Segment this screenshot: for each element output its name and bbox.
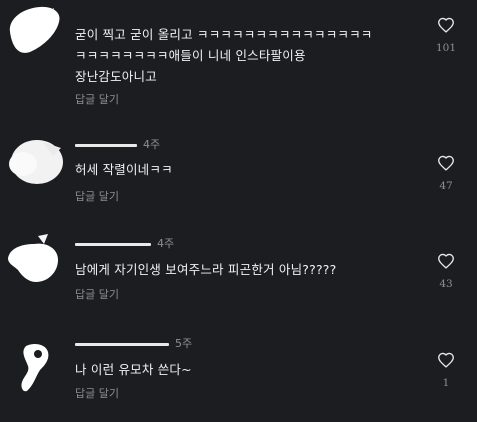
reply-button[interactable]: 답글 달기 bbox=[75, 288, 119, 302]
redacted-username bbox=[75, 342, 169, 346]
like-button[interactable]: 47 bbox=[426, 155, 466, 192]
avatar[interactable] bbox=[4, 230, 66, 286]
comment-meta: 4주 bbox=[75, 139, 160, 151]
heart-outline-icon bbox=[426, 253, 466, 269]
reply-button[interactable]: 답글 달기 bbox=[75, 93, 119, 107]
comment-line: ㅋㅋㅋㅋㅋㅋㅋㅋ애들이 니네 인스타팔이용 bbox=[75, 48, 306, 63]
comment-time: 4주 bbox=[157, 237, 175, 250]
comment-meta: 4주 bbox=[75, 238, 174, 250]
comment-text: 굳이 찍고 굳이 올리고 ㅋㅋㅋㅋㅋㅋㅋㅋㅋㅋㅋㅋㅋㅋㅋ ㅋㅋㅋㅋㅋㅋㅋㅋ애들이… bbox=[75, 24, 373, 87]
like-button[interactable]: 1 bbox=[426, 352, 466, 389]
redacted-username bbox=[75, 242, 151, 246]
comment-item: 4주 허세 작렬이네ㅋㅋ 답글 달기 47 bbox=[0, 122, 477, 222]
reply-button[interactable]: 답글 달기 bbox=[75, 387, 119, 401]
like-count: 47 bbox=[439, 180, 453, 192]
comment-item: 4주 남에게 자기인생 보여주느라 피곤한거 아님????? 답글 달기 43 bbox=[0, 222, 477, 322]
comment-line: 남에게 자기인생 보여주느라 피곤한거 아님????? bbox=[75, 262, 337, 277]
comment-meta: 5주 bbox=[75, 338, 192, 350]
heart-outline-icon bbox=[426, 155, 466, 171]
reply-button[interactable]: 답글 달기 bbox=[75, 190, 119, 204]
comment-line: 장난감도아니고 bbox=[75, 69, 157, 84]
comment-line: 굳이 찍고 굳이 올리고 ㅋㅋㅋㅋㅋㅋㅋㅋㅋㅋㅋㅋㅋㅋㅋ bbox=[75, 27, 373, 42]
comment-item: 5주 나 이런 유모차 쓴다~ 답글 달기 1 bbox=[0, 322, 477, 422]
avatar[interactable] bbox=[4, 2, 66, 60]
heart-outline-icon bbox=[426, 17, 466, 33]
avatar[interactable] bbox=[3, 134, 69, 186]
like-button[interactable]: 101 bbox=[426, 17, 466, 54]
like-count: 43 bbox=[439, 278, 453, 290]
avatar[interactable] bbox=[16, 340, 56, 394]
like-count: 101 bbox=[435, 42, 457, 54]
like-button[interactable]: 43 bbox=[426, 253, 466, 290]
comment-text: 허세 작렬이네ㅋㅋ bbox=[75, 159, 173, 180]
comment-line: 허세 작렬이네ㅋㅋ bbox=[75, 162, 173, 177]
redacted-username bbox=[75, 143, 137, 147]
like-count: 1 bbox=[442, 377, 450, 389]
comment-time: 4주 bbox=[143, 138, 161, 151]
comment-item: 굳이 찍고 굳이 올리고 ㅋㅋㅋㅋㅋㅋㅋㅋㅋㅋㅋㅋㅋㅋㅋ ㅋㅋㅋㅋㅋㅋㅋㅋ애들이… bbox=[0, 0, 477, 122]
comment-text: 나 이런 유모차 쓴다~ bbox=[75, 359, 192, 380]
comment-time: 5주 bbox=[175, 337, 193, 350]
comment-text: 남에게 자기인생 보여주느라 피곤한거 아님????? bbox=[75, 259, 336, 280]
comment-line: 나 이런 유모차 쓴다~ bbox=[75, 362, 192, 377]
heart-outline-icon bbox=[426, 352, 466, 368]
